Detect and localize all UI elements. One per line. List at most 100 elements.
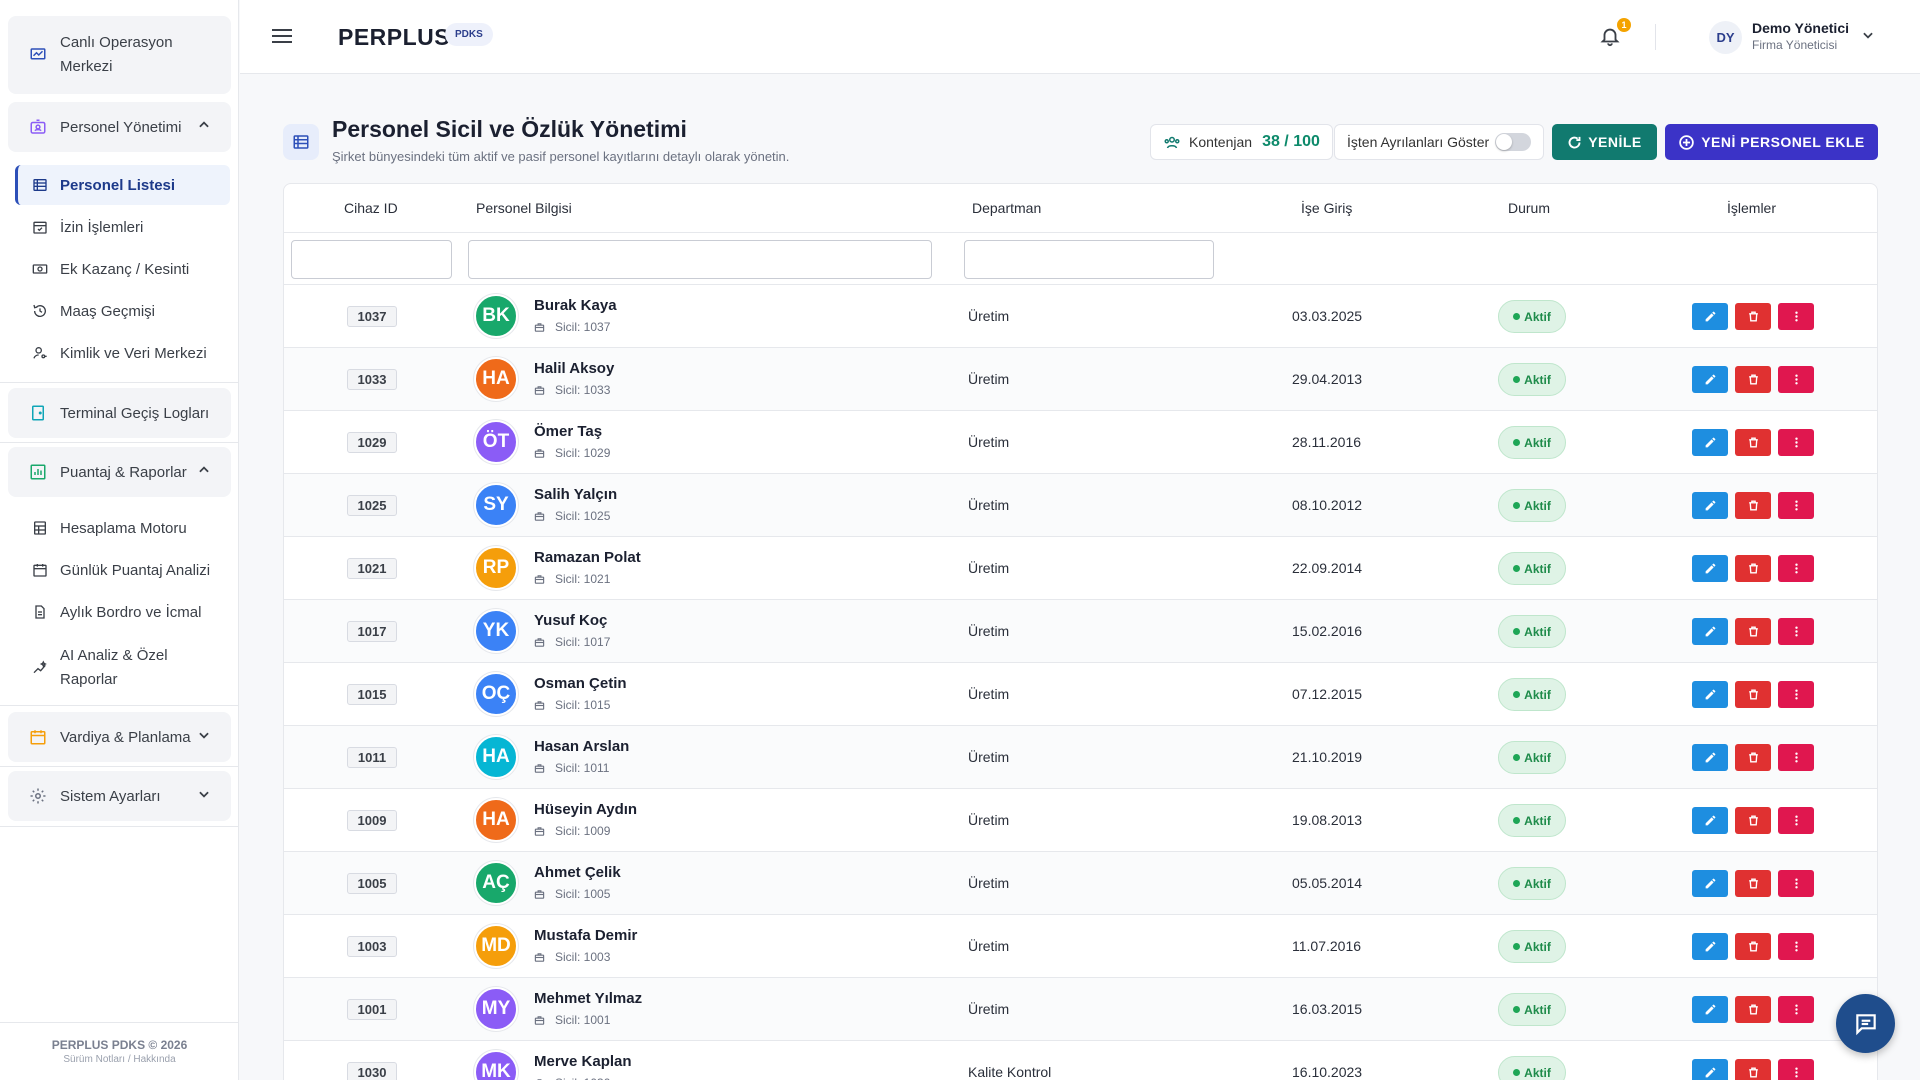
status-dot-icon <box>1513 502 1521 509</box>
table-row[interactable]: 1025 SY Salih Yalçın Sicil: 1025 Üretim … <box>284 474 1877 537</box>
more-button[interactable] <box>1778 870 1814 897</box>
sidebar-item-ai-analysis[interactable]: AI Analiz & Özel Raporlar <box>15 640 230 696</box>
delete-button[interactable] <box>1735 303 1771 330</box>
header-start-date[interactable]: İşe Giriş <box>1301 200 1352 216</box>
personnel-name[interactable]: Ahmet Çelik <box>534 864 621 881</box>
personnel-name[interactable]: Yusuf Koç <box>534 612 607 629</box>
more-button[interactable] <box>1778 429 1814 456</box>
chat-button[interactable] <box>1836 994 1895 1053</box>
sidebar-group-reports[interactable]: Puantaj & Raporlar <box>8 447 231 497</box>
sidebar-item-extra-earnings[interactable]: Ek Kazanç / Kesinti <box>15 249 230 289</box>
brand-logo[interactable]: PERPLUS <box>338 24 450 51</box>
new-personnel-button[interactable]: YENİ PERSONEL EKLE <box>1665 124 1878 160</box>
sidebar-item-identity[interactable]: Kimlik ve Veri Merkezi <box>15 333 230 373</box>
personnel-name[interactable]: Merve Kaplan <box>534 1053 632 1070</box>
personnel-name[interactable]: Halil Aksoy <box>534 360 614 377</box>
delete-button[interactable] <box>1735 618 1771 645</box>
delete-button[interactable] <box>1735 870 1771 897</box>
more-button[interactable] <box>1778 807 1814 834</box>
hamburger-menu-icon[interactable] <box>272 27 292 50</box>
table-row[interactable]: 1037 BK Burak Kaya Sicil: 1037 Üretim 03… <box>284 285 1877 348</box>
header-department[interactable]: Departman <box>972 200 1041 216</box>
more-button[interactable] <box>1778 933 1814 960</box>
personnel-name[interactable]: Burak Kaya <box>534 297 617 314</box>
table-row[interactable]: 1005 AÇ Ahmet Çelik Sicil: 1005 Üretim 0… <box>284 852 1877 915</box>
more-button[interactable] <box>1778 681 1814 708</box>
sidebar-item-salary-history[interactable]: Maaş Geçmişi <box>15 291 230 331</box>
more-button[interactable] <box>1778 1059 1814 1080</box>
table-row[interactable]: 1009 HA Hüseyin Aydın Sicil: 1009 Üretim… <box>284 789 1877 852</box>
personnel-name[interactable]: Ramazan Polat <box>534 549 641 566</box>
personnel-name[interactable]: Ömer Taş <box>534 423 602 440</box>
more-button[interactable] <box>1778 555 1814 582</box>
chevron-down-icon[interactable] <box>1861 28 1875 47</box>
delete-button[interactable] <box>1735 996 1771 1023</box>
personnel-name[interactable]: Hüseyin Aydın <box>534 801 637 818</box>
show-left-toggle[interactable]: İşten Ayrılanları Göster <box>1334 124 1544 160</box>
table-row[interactable]: 1033 HA Halil Aksoy Sicil: 1033 Üretim 2… <box>284 348 1877 411</box>
table-row[interactable]: 1001 MY Mehmet Yılmaz Sicil: 1001 Üretim… <box>284 978 1877 1041</box>
personnel-name[interactable]: Salih Yalçın <box>534 486 617 503</box>
edit-button[interactable] <box>1692 492 1728 519</box>
toggle-switch[interactable] <box>1495 133 1531 151</box>
sidebar-group-settings[interactable]: Sistem Ayarları <box>8 771 231 821</box>
delete-button[interactable] <box>1735 366 1771 393</box>
avatar[interactable]: DY <box>1709 21 1742 54</box>
sidebar-item-personnel-list[interactable]: Personel Listesi <box>15 165 230 205</box>
delete-button[interactable] <box>1735 492 1771 519</box>
header-status[interactable]: Durum <box>1508 200 1550 216</box>
table-row[interactable]: 1003 MD Mustafa Demir Sicil: 1003 Üretim… <box>284 915 1877 978</box>
header-personnel[interactable]: Personel Bilgisi <box>476 200 572 216</box>
edit-button[interactable] <box>1692 996 1728 1023</box>
more-button[interactable] <box>1778 996 1814 1023</box>
delete-button[interactable] <box>1735 807 1771 834</box>
table-row[interactable]: 1017 YK Yusuf Koç Sicil: 1017 Üretim 15.… <box>284 600 1877 663</box>
sidebar-live-ops[interactable]: Canlı Operasyon Merkezi <box>8 16 231 94</box>
edit-button[interactable] <box>1692 366 1728 393</box>
edit-button[interactable] <box>1692 618 1728 645</box>
table-row[interactable]: 1011 HA Hasan Arslan Sicil: 1011 Üretim … <box>284 726 1877 789</box>
sidebar-item-leave[interactable]: İzin İşlemleri <box>15 207 230 247</box>
table-row[interactable]: 1015 OÇ Osman Çetin Sicil: 1015 Üretim 0… <box>284 663 1877 726</box>
edit-button[interactable] <box>1692 933 1728 960</box>
edit-button[interactable] <box>1692 555 1728 582</box>
more-button[interactable] <box>1778 744 1814 771</box>
delete-button[interactable] <box>1735 555 1771 582</box>
filter-device-id-input[interactable] <box>291 240 452 279</box>
sidebar-item-daily-analysis[interactable]: Günlük Puantaj Analizi <box>15 550 230 590</box>
edit-button[interactable] <box>1692 1059 1728 1080</box>
sidebar-terminal-logs[interactable]: Terminal Geçiş Logları <box>8 388 231 438</box>
sidebar-group-shift[interactable]: Vardiya & Planlama <box>8 712 231 762</box>
edit-button[interactable] <box>1692 681 1728 708</box>
delete-button[interactable] <box>1735 744 1771 771</box>
delete-button[interactable] <box>1735 933 1771 960</box>
edit-button[interactable] <box>1692 807 1728 834</box>
more-button[interactable] <box>1778 366 1814 393</box>
table-row[interactable]: 1029 ÖT Ömer Taş Sicil: 1029 Üretim 28.1… <box>284 411 1877 474</box>
header-device-id[interactable]: Cihaz ID <box>344 200 398 216</box>
personnel-name[interactable]: Mustafa Demir <box>534 927 637 944</box>
edit-button[interactable] <box>1692 744 1728 771</box>
user-name[interactable]: Demo Yönetici <box>1752 20 1849 36</box>
more-button[interactable] <box>1778 303 1814 330</box>
delete-button[interactable] <box>1735 429 1771 456</box>
personnel-name[interactable]: Mehmet Yılmaz <box>534 990 642 1007</box>
more-button[interactable] <box>1778 618 1814 645</box>
table-row[interactable]: 1030 MK Merve Kaplan Sicil: 1030 Kalite … <box>284 1041 1877 1080</box>
more-button[interactable] <box>1778 492 1814 519</box>
edit-button[interactable] <box>1692 870 1728 897</box>
edit-button[interactable] <box>1692 429 1728 456</box>
personnel-name[interactable]: Hasan Arslan <box>534 738 629 755</box>
filter-personnel-input[interactable] <box>468 240 932 279</box>
sidebar-item-calc-engine[interactable]: Hesaplama Motoru <box>15 508 230 548</box>
footer-links[interactable]: Sürüm Notları / Hakkında <box>0 1054 239 1065</box>
delete-button[interactable] <box>1735 681 1771 708</box>
filter-department-input[interactable] <box>964 240 1214 279</box>
delete-button[interactable] <box>1735 1059 1771 1080</box>
refresh-button[interactable]: YENİLE <box>1552 124 1657 160</box>
edit-button[interactable] <box>1692 303 1728 330</box>
sidebar-group-personnel[interactable]: Personel Yönetimi <box>8 102 231 152</box>
personnel-name[interactable]: Osman Çetin <box>534 675 627 692</box>
table-row[interactable]: 1021 RP Ramazan Polat Sicil: 1021 Üretim… <box>284 537 1877 600</box>
sidebar-item-monthly-payroll[interactable]: Aylık Bordro ve İcmal <box>15 592 230 632</box>
